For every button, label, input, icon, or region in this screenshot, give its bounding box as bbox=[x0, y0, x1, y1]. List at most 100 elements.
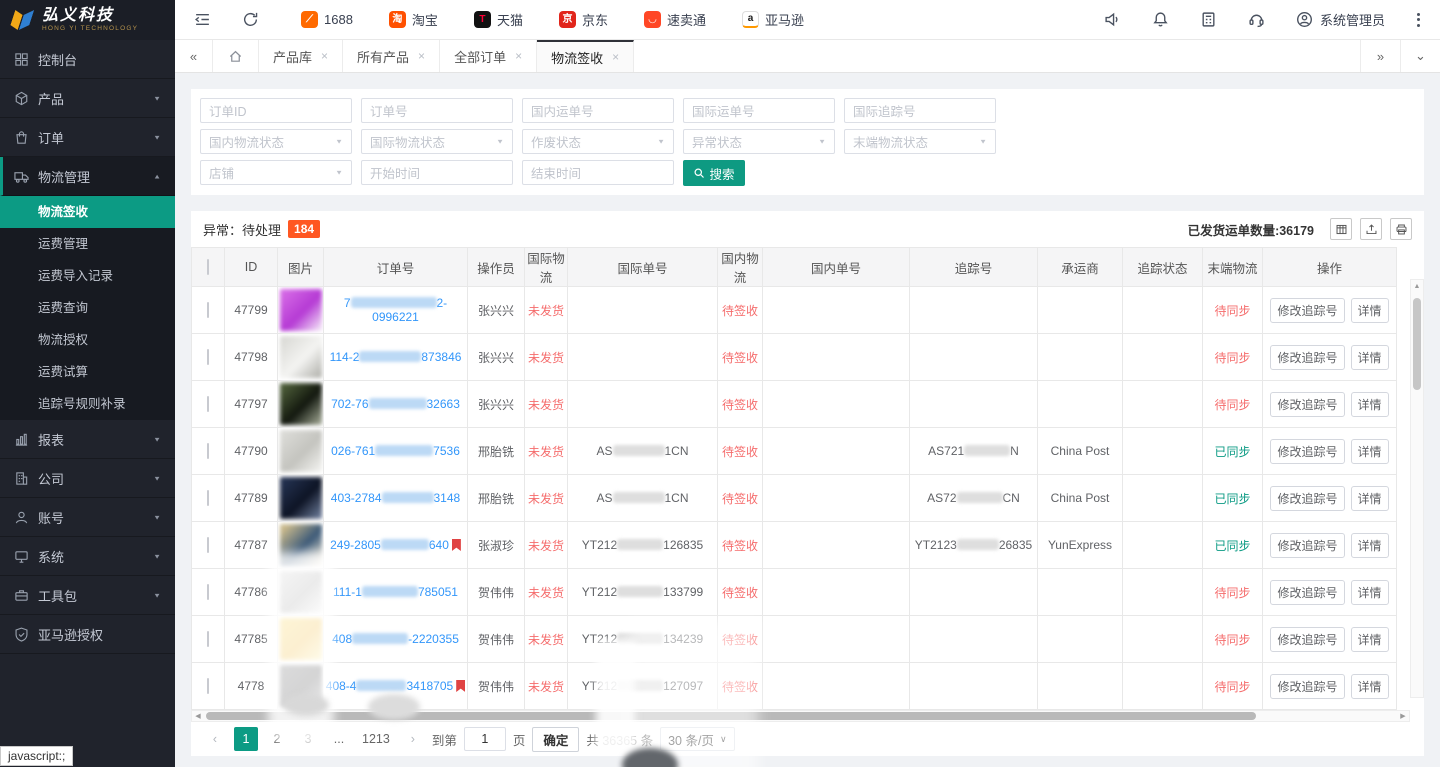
tab-close-icon[interactable]: × bbox=[515, 49, 522, 63]
edit-tracking-button[interactable]: 修改追踪号 bbox=[1270, 298, 1344, 323]
detail-button[interactable]: 详情 bbox=[1351, 674, 1389, 699]
detail-button[interactable]: 详情 bbox=[1351, 580, 1389, 605]
intl-tracking-input[interactable]: 国际追踪号 bbox=[844, 98, 996, 123]
detail-button[interactable]: 详情 bbox=[1351, 627, 1389, 652]
order-number-link[interactable]: 026-7617536 bbox=[331, 444, 460, 458]
row-checkbox[interactable] bbox=[207, 490, 209, 506]
order-number-link[interactable]: 408-2220355 bbox=[332, 632, 459, 646]
tab-close-icon[interactable]: × bbox=[321, 49, 328, 63]
sidebar-subitem-tracking-supplement[interactable]: 追踪号规则补录 bbox=[0, 388, 175, 420]
tab-close-icon[interactable]: × bbox=[418, 49, 425, 63]
next-page-icon[interactable]: › bbox=[401, 727, 425, 751]
announcement-icon[interactable] bbox=[1104, 11, 1122, 29]
detail-button[interactable]: 详情 bbox=[1351, 345, 1389, 370]
edit-tracking-button[interactable]: 修改追踪号 bbox=[1270, 439, 1344, 464]
refresh-icon[interactable] bbox=[241, 11, 259, 29]
confirm-page-button[interactable]: 确定 bbox=[532, 727, 579, 752]
print-button[interactable] bbox=[1390, 218, 1412, 240]
vertical-scrollbar[interactable]: ▲ bbox=[1410, 279, 1424, 698]
search-button[interactable]: 搜索 bbox=[683, 160, 745, 186]
customer-service-icon[interactable] bbox=[1248, 11, 1266, 29]
detail-button[interactable]: 详情 bbox=[1351, 439, 1389, 464]
product-thumbnail[interactable] bbox=[280, 618, 322, 660]
columns-button[interactable] bbox=[1330, 218, 1352, 240]
sidebar-item-amazon-auth[interactable]: 亚马逊授权 bbox=[0, 615, 175, 654]
row-checkbox[interactable] bbox=[207, 678, 209, 694]
horizontal-scroll-thumb[interactable] bbox=[206, 712, 1256, 720]
scroll-up-icon[interactable]: ▲ bbox=[1414, 280, 1421, 294]
goto-page-input[interactable] bbox=[464, 727, 506, 751]
marketplace-link-aliexpress[interactable]: ◡速卖通 bbox=[644, 10, 706, 29]
intl-logistics-status-select[interactable]: 国际物流状态▼ bbox=[361, 129, 513, 154]
more-options-icon[interactable] bbox=[1415, 11, 1422, 29]
page-button-1213[interactable]: 1213 bbox=[358, 727, 394, 751]
product-thumbnail[interactable] bbox=[280, 336, 322, 378]
tab-logistics-sign[interactable]: 物流签收× bbox=[537, 40, 634, 72]
order-number-link[interactable]: 111-1785051 bbox=[333, 585, 458, 599]
vertical-scroll-thumb[interactable] bbox=[1413, 298, 1421, 390]
order-number-link[interactable]: 114-2873846 bbox=[330, 350, 462, 364]
tabs-scroll-left-icon[interactable]: « bbox=[175, 40, 213, 72]
sidebar-item-account[interactable]: 账号▼ bbox=[0, 498, 175, 537]
sidebar-subitem-freight-trial[interactable]: 运费试算 bbox=[0, 356, 175, 388]
notification-bell-icon[interactable] bbox=[1152, 11, 1170, 29]
product-thumbnail[interactable] bbox=[280, 665, 322, 707]
product-thumbnail[interactable] bbox=[280, 430, 322, 472]
edit-tracking-button[interactable]: 修改追踪号 bbox=[1270, 533, 1344, 558]
row-checkbox[interactable] bbox=[207, 349, 209, 365]
marketplace-link-taobao[interactable]: 淘淘宝 bbox=[389, 10, 438, 29]
sidebar-item-company[interactable]: 公司▼ bbox=[0, 459, 175, 498]
sidebar-item-console[interactable]: 控制台 bbox=[0, 40, 175, 79]
scroll-left-icon[interactable]: ◀ bbox=[192, 712, 204, 720]
detail-button[interactable]: 详情 bbox=[1351, 486, 1389, 511]
edit-tracking-button[interactable]: 修改追踪号 bbox=[1270, 580, 1344, 605]
tab-product-lib[interactable]: 产品库× bbox=[259, 40, 343, 72]
edit-tracking-button[interactable]: 修改追踪号 bbox=[1270, 674, 1344, 699]
page-button-1[interactable]: 1 bbox=[234, 727, 258, 751]
tab-all-orders[interactable]: 全部订单× bbox=[440, 40, 537, 72]
order-id-input[interactable]: 订单ID bbox=[200, 98, 352, 123]
sidebar-subitem-logistics-sign[interactable]: 物流签收 bbox=[0, 196, 175, 228]
sidebar-item-order[interactable]: 订单▼ bbox=[0, 118, 175, 157]
pending-label[interactable]: 待处理 bbox=[242, 220, 281, 239]
marketplace-link-amazon[interactable]: a亚马逊 bbox=[742, 10, 804, 29]
page-button-2[interactable]: 2 bbox=[265, 727, 289, 751]
edit-tracking-button[interactable]: 修改追踪号 bbox=[1270, 392, 1344, 417]
void-status-select[interactable]: 作废状态▼ bbox=[522, 129, 674, 154]
user-menu[interactable]: 系统管理员 bbox=[1296, 10, 1385, 29]
home-tab[interactable] bbox=[213, 40, 259, 72]
row-checkbox[interactable] bbox=[207, 443, 209, 459]
sidebar-item-product[interactable]: 产品▼ bbox=[0, 79, 175, 118]
calculator-icon[interactable] bbox=[1200, 11, 1218, 29]
intl-waybill-input[interactable]: 国际运单号 bbox=[683, 98, 835, 123]
sidebar-subitem-freight-import[interactable]: 运费导入记录 bbox=[0, 260, 175, 292]
end-time-input[interactable]: 结束时间 bbox=[522, 160, 674, 185]
order-no-input[interactable]: 订单号 bbox=[361, 98, 513, 123]
sidebar-subitem-logistics-auth[interactable]: 物流授权 bbox=[0, 324, 175, 356]
order-number-link[interactable]: 403-27843148 bbox=[331, 491, 460, 505]
product-thumbnail[interactable] bbox=[280, 524, 322, 566]
row-checkbox[interactable] bbox=[207, 537, 209, 553]
sidebar-item-logistics[interactable]: 物流管理▲ bbox=[0, 157, 175, 196]
product-thumbnail[interactable] bbox=[280, 383, 322, 425]
prev-page-icon[interactable]: ‹ bbox=[203, 727, 227, 751]
marketplace-link-jd[interactable]: 京京东 bbox=[559, 10, 608, 29]
row-checkbox[interactable] bbox=[207, 302, 209, 318]
product-thumbnail[interactable] bbox=[280, 571, 322, 613]
tab-all-products[interactable]: 所有产品× bbox=[343, 40, 440, 72]
detail-button[interactable]: 详情 bbox=[1351, 298, 1389, 323]
order-number-link[interactable]: 408-43418705 bbox=[326, 679, 453, 693]
sidebar-item-system[interactable]: 系统▼ bbox=[0, 537, 175, 576]
horizontal-scrollbar[interactable]: ◀ ▶ bbox=[191, 710, 1410, 722]
sidebar-subitem-freight-manage[interactable]: 运费管理 bbox=[0, 228, 175, 260]
order-number-link[interactable]: 249-2805640 bbox=[330, 538, 449, 552]
lastmile-status-select[interactable]: 末端物流状态▼ bbox=[844, 129, 996, 154]
edit-tracking-button[interactable]: 修改追踪号 bbox=[1270, 627, 1344, 652]
scroll-right-icon[interactable]: ▶ bbox=[1397, 712, 1409, 720]
sidebar-item-toolkit[interactable]: 工具包▼ bbox=[0, 576, 175, 615]
row-checkbox[interactable] bbox=[207, 631, 209, 647]
edit-tracking-button[interactable]: 修改追踪号 bbox=[1270, 345, 1344, 370]
exception-status-select[interactable]: 异常状态▼ bbox=[683, 129, 835, 154]
collapse-sidebar-icon[interactable] bbox=[193, 11, 211, 29]
detail-button[interactable]: 详情 bbox=[1351, 533, 1389, 558]
